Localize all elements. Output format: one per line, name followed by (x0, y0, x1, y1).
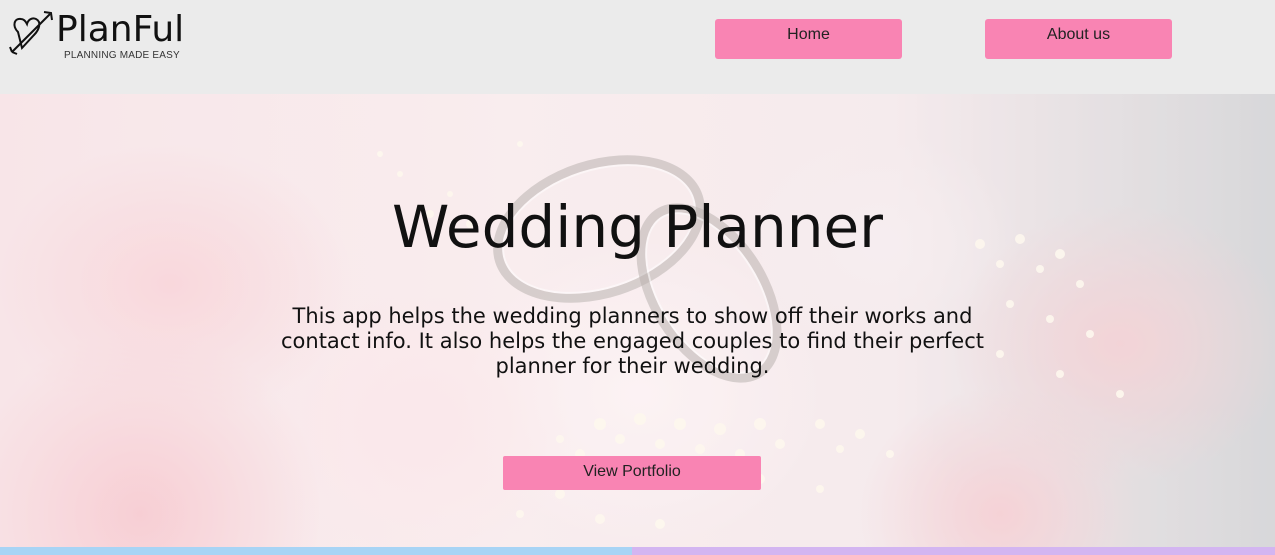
hero-description: This app helps the wedding planners to s… (280, 304, 985, 378)
nav-home-button[interactable]: Home (715, 19, 902, 59)
page: PlanFul PLANNING MADE EASY Home About us (0, 0, 1275, 555)
logo[interactable]: PlanFul PLANNING MADE EASY (8, 8, 208, 68)
logo-tagline: PLANNING MADE EASY (64, 50, 180, 61)
bottom-bar-blue (0, 547, 632, 555)
header: PlanFul PLANNING MADE EASY Home About us (0, 0, 1275, 94)
heart-arrow-icon (9, 11, 53, 55)
hero-title: Wedding Planner (391, 193, 884, 261)
logo-title: PlanFul (56, 9, 185, 50)
view-portfolio-button[interactable]: View Portfolio (503, 456, 761, 490)
bottom-bar-purple (632, 547, 1275, 555)
hero-section: Wedding Planner This app helps the weddi… (0, 94, 1275, 547)
nav-about-button[interactable]: About us (985, 19, 1172, 59)
